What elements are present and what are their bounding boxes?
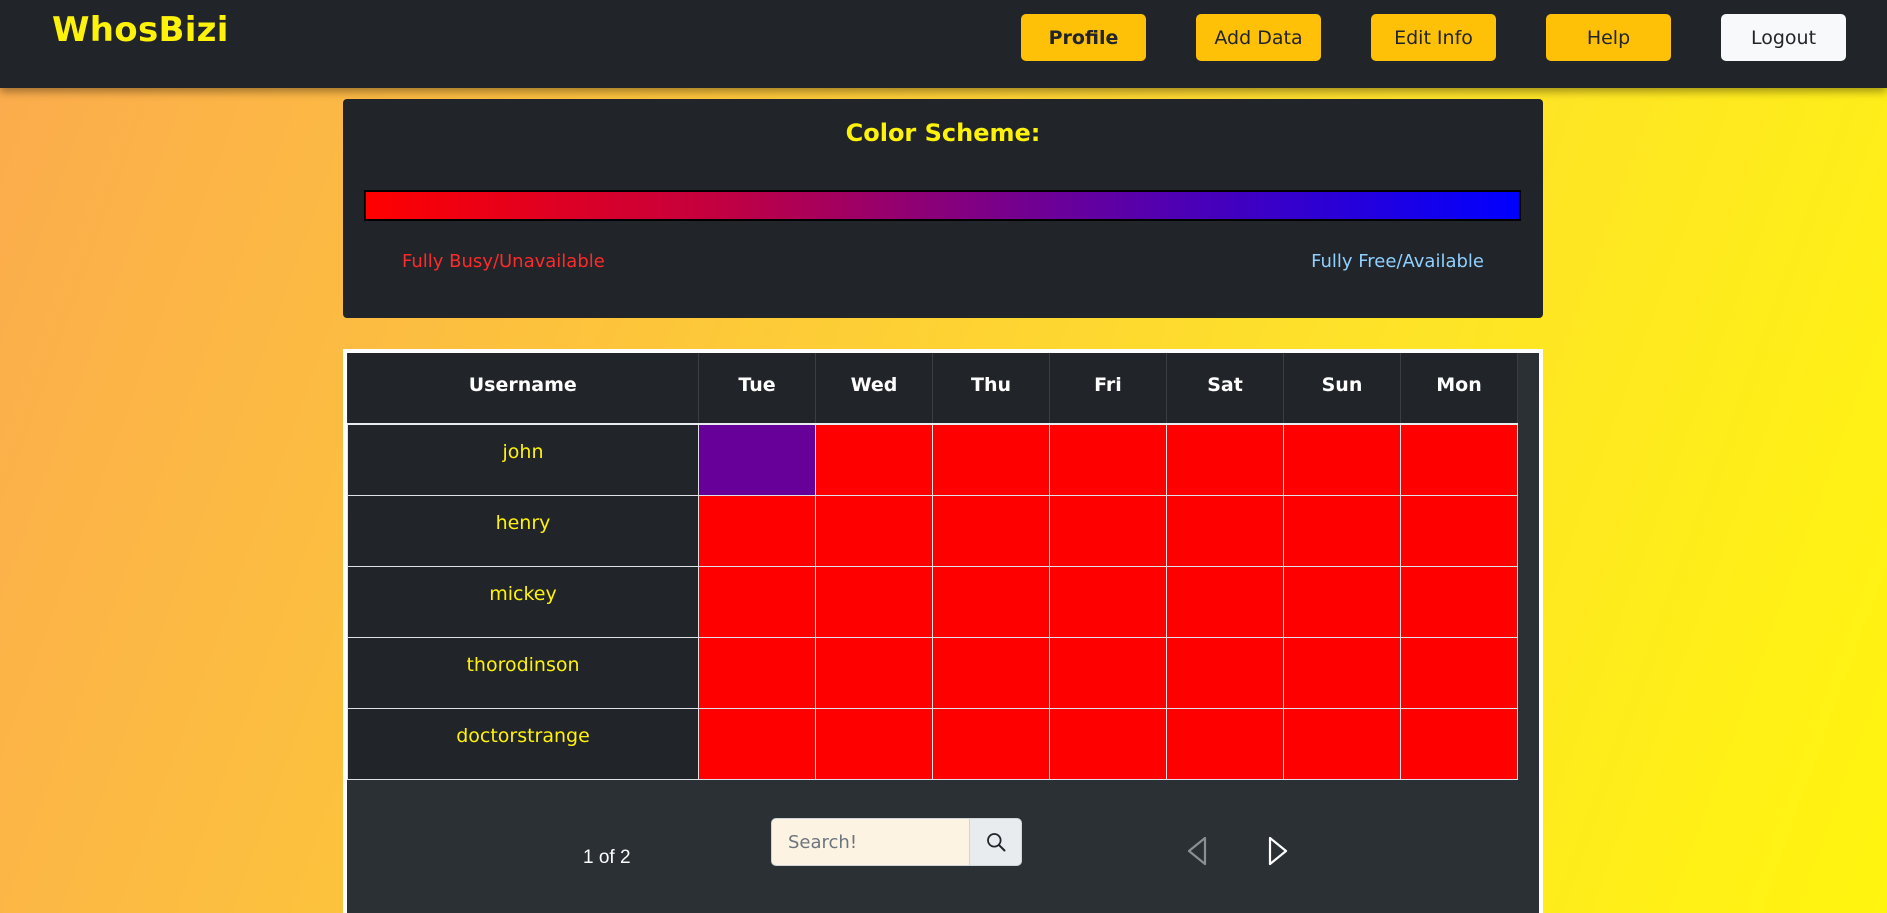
- username-cell[interactable]: henry: [347, 494, 699, 567]
- header-sun: Sun: [1283, 353, 1401, 425]
- availability-cell[interactable]: [815, 423, 933, 496]
- previous-page-button[interactable]: [1182, 833, 1212, 869]
- table-row: john: [347, 423, 1518, 496]
- availability-cell[interactable]: [932, 423, 1050, 496]
- header-sat: Sat: [1166, 353, 1284, 425]
- header-username: Username: [347, 353, 699, 425]
- schedule-table-container: Username Tue Wed Thu Fri Sat Sun Mon joh…: [343, 349, 1543, 913]
- availability-cell[interactable]: [1400, 423, 1518, 496]
- availability-cell[interactable]: [1166, 707, 1284, 780]
- availability-cell[interactable]: [815, 636, 933, 709]
- search-button[interactable]: [970, 818, 1022, 866]
- table-row: mickey: [347, 565, 1518, 638]
- availability-cell[interactable]: [815, 707, 933, 780]
- navbar: WhosBizi Profile Add Data Edit Info Help…: [0, 0, 1887, 88]
- table-footer: 1 of 2: [347, 787, 1519, 913]
- availability-cell[interactable]: [1400, 494, 1518, 567]
- availability-cell[interactable]: [1283, 707, 1401, 780]
- username-cell[interactable]: mickey: [347, 565, 699, 638]
- help-button[interactable]: Help: [1546, 14, 1671, 61]
- availability-cell[interactable]: [1400, 707, 1518, 780]
- availability-cell[interactable]: [1283, 636, 1401, 709]
- table-row: henry: [347, 494, 1518, 567]
- table-row: doctorstrange: [347, 707, 1518, 780]
- header-tue: Tue: [698, 353, 816, 425]
- availability-cell[interactable]: [1166, 636, 1284, 709]
- busy-legend-label: Fully Busy/Unavailable: [402, 251, 605, 272]
- free-legend-label: Fully Free/Available: [1311, 251, 1484, 272]
- edit-info-button[interactable]: Edit Info: [1371, 14, 1496, 61]
- add-data-button[interactable]: Add Data: [1196, 14, 1321, 61]
- availability-cell[interactable]: [1283, 494, 1401, 567]
- color-scheme-gradient-bar: [364, 190, 1521, 221]
- logout-button[interactable]: Logout: [1721, 14, 1846, 61]
- availability-cell[interactable]: [1400, 636, 1518, 709]
- availability-cell[interactable]: [698, 707, 816, 780]
- availability-cell[interactable]: [932, 565, 1050, 638]
- search-input[interactable]: [771, 818, 970, 866]
- username-cell[interactable]: doctorstrange: [347, 707, 699, 780]
- availability-cell[interactable]: [1049, 565, 1167, 638]
- search-group: [771, 818, 1022, 866]
- availability-cell[interactable]: [1283, 565, 1401, 638]
- magnifier-icon: [986, 833, 1005, 852]
- triangle-left-outline-icon: [1187, 836, 1207, 866]
- availability-cell[interactable]: [1166, 565, 1284, 638]
- header-fri: Fri: [1049, 353, 1167, 425]
- page-indicator: 1 of 2: [583, 847, 631, 868]
- schedule-table: Username Tue Wed Thu Fri Sat Sun Mon joh…: [347, 353, 1518, 780]
- availability-cell[interactable]: [1049, 707, 1167, 780]
- availability-cell[interactable]: [698, 423, 816, 496]
- availability-cell[interactable]: [932, 707, 1050, 780]
- header-mon: Mon: [1400, 353, 1518, 425]
- availability-cell[interactable]: [698, 565, 816, 638]
- color-scheme-card: Color Scheme: Fully Busy/Unavailable Ful…: [343, 99, 1543, 318]
- brand-logo[interactable]: WhosBizi: [52, 10, 229, 50]
- triangle-right-outline-icon: [1268, 836, 1288, 866]
- availability-cell[interactable]: [815, 494, 933, 567]
- availability-cell[interactable]: [932, 636, 1050, 709]
- username-cell[interactable]: john: [347, 423, 699, 496]
- schedule-table-panel: Username Tue Wed Thu Fri Sat Sun Mon joh…: [347, 353, 1539, 913]
- availability-cell[interactable]: [1049, 636, 1167, 709]
- color-scheme-title: Color Scheme:: [845, 119, 1041, 147]
- availability-cell[interactable]: [1283, 423, 1401, 496]
- availability-cell[interactable]: [1049, 494, 1167, 567]
- availability-cell[interactable]: [815, 565, 933, 638]
- table-header-row: Username Tue Wed Thu Fri Sat Sun Mon: [347, 353, 1518, 425]
- availability-cell[interactable]: [698, 636, 816, 709]
- username-cell[interactable]: thorodinson: [347, 636, 699, 709]
- profile-button[interactable]: Profile: [1021, 14, 1146, 61]
- header-thu: Thu: [932, 353, 1050, 425]
- availability-cell[interactable]: [932, 494, 1050, 567]
- availability-cell[interactable]: [1166, 494, 1284, 567]
- table-row: thorodinson: [347, 636, 1518, 709]
- next-page-button[interactable]: [1263, 833, 1293, 869]
- header-wed: Wed: [815, 353, 933, 425]
- availability-cell[interactable]: [698, 494, 816, 567]
- availability-cell[interactable]: [1166, 423, 1284, 496]
- availability-cell[interactable]: [1049, 423, 1167, 496]
- availability-cell[interactable]: [1400, 565, 1518, 638]
